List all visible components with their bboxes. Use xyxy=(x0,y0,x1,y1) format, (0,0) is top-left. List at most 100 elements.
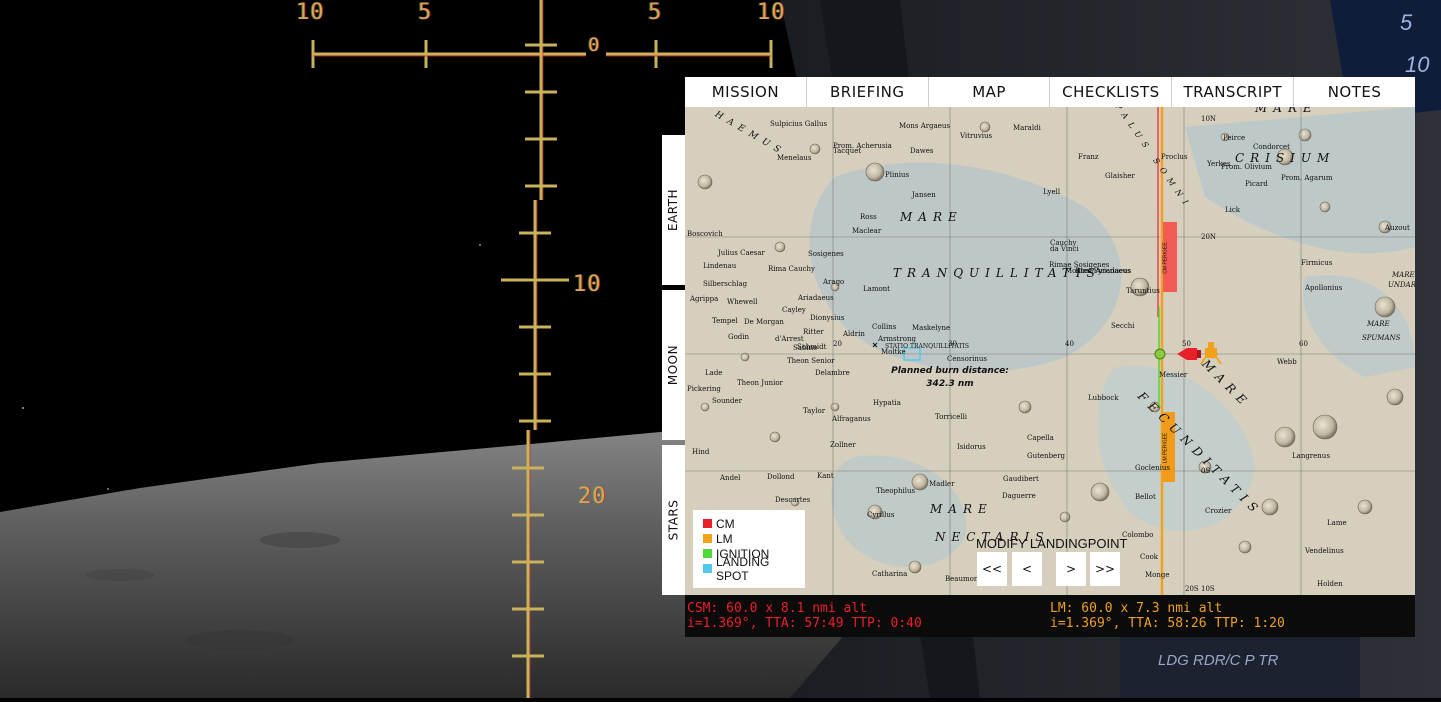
step-forward-far-button[interactable]: >> xyxy=(1090,552,1120,586)
legend-swatch xyxy=(703,519,712,528)
hud-pitch-label: 10 xyxy=(573,272,602,297)
legend-swatch xyxy=(703,564,712,573)
grid-label: 10S xyxy=(1201,585,1215,593)
crater-shape xyxy=(1386,388,1404,406)
crater-label: Aldrin xyxy=(843,330,865,338)
legend-label: LM xyxy=(716,531,733,546)
crater-label: Messier xyxy=(1159,371,1188,379)
csm-timing-readout: i=1.369°, TTA: 57:49 TTP: 0:40 xyxy=(687,616,922,631)
crater-label: Hypatia xyxy=(873,399,901,407)
crater-label: Theophilus xyxy=(876,487,916,495)
crater-shape xyxy=(774,241,786,253)
crater-label: Andel xyxy=(720,474,741,482)
burn-distance-title: Planned burn distance: xyxy=(891,366,1009,376)
lunar-map[interactable]: MARE TRANQUILLITATIS MARE CRISIUM MARE F… xyxy=(685,107,1415,595)
crater-label: Collins xyxy=(872,323,897,331)
crater-shape xyxy=(1357,499,1373,515)
crater-label: Agrippa xyxy=(690,295,719,303)
crater-label: Glaisher xyxy=(1105,172,1135,180)
map-legend: CM LM IGNITION LANDING SPOT xyxy=(693,510,805,588)
grid-label: 20S xyxy=(1185,585,1199,593)
tab-bar: MISSION BRIEFING MAP CHECKLISTS TRANSCRI… xyxy=(685,77,1415,107)
crater-label: Julius Caesar xyxy=(718,249,765,257)
crater-label: Pickering xyxy=(687,385,721,393)
tab-transcript[interactable]: TRANSCRIPT xyxy=(1172,77,1295,107)
crater-shape xyxy=(1261,498,1279,516)
crater-label: Ross xyxy=(860,213,877,221)
crater-label: Ritter xyxy=(803,328,824,336)
hud-scale-label: 10 xyxy=(757,0,786,25)
crater-label: Lyell xyxy=(1043,188,1061,196)
tab-checklists[interactable]: CHECKLISTS xyxy=(1050,77,1173,107)
side-tab-earth[interactable]: EARTH xyxy=(662,135,685,285)
lm-orbit-readout: LM: 60.0 x 7.3 nmi alt xyxy=(1050,601,1223,616)
ignition-marker xyxy=(1154,348,1166,360)
crater-label: Taruntius xyxy=(1126,287,1160,295)
crater-label: Isidorus xyxy=(957,443,986,451)
crater-label: Beaumont xyxy=(945,575,982,583)
crater-shape xyxy=(1238,540,1252,554)
tab-mission[interactable]: MISSION xyxy=(685,77,807,107)
station-label: STATIO TRANQUILLITATIS xyxy=(885,343,969,350)
hud-scale-label: 5 xyxy=(648,0,663,25)
grid-label: 0S xyxy=(1201,467,1211,475)
crater-label: Delambre xyxy=(815,369,850,377)
side-tab-moon[interactable]: MOON xyxy=(662,290,685,440)
crater-label: Dawes xyxy=(910,147,934,155)
crater-label: Vendelinus xyxy=(1305,547,1344,555)
crater-label: Sounder xyxy=(712,397,742,405)
crater-label: Alfraganus xyxy=(832,415,871,423)
burn-distance: Planned burn distance: 342.3 nm xyxy=(850,365,1050,391)
crater-shape xyxy=(908,560,922,574)
crater-label: Zollner xyxy=(830,441,856,449)
crater-label: Menelaus xyxy=(777,154,812,162)
hud-scale-label: 5 xyxy=(418,0,433,25)
crater-label: Monge xyxy=(1145,571,1170,579)
crater-label: Proclus xyxy=(1161,153,1188,161)
crater-label: De Morgan xyxy=(744,318,784,326)
crater-label: Armstrong xyxy=(878,335,916,343)
step-forward-button[interactable]: > xyxy=(1056,552,1086,586)
tab-map[interactable]: MAP xyxy=(929,77,1051,107)
crater-label: Franz xyxy=(1078,153,1099,161)
crater-shape xyxy=(865,162,885,182)
side-tab-label: MOON xyxy=(666,344,681,386)
tab-notes[interactable]: NOTES xyxy=(1294,77,1415,107)
step-back-far-button[interactable]: << xyxy=(977,552,1007,586)
lm-timing-readout: i=1.369°, TTA: 58:26 TTP: 1:20 xyxy=(1050,616,1285,631)
crater-label: Cook xyxy=(1140,553,1159,561)
modify-landing-point-button[interactable]: MODIFY LANDINGPOINT xyxy=(976,536,1127,551)
crater-label: Silberschlag xyxy=(703,280,748,288)
crater-shape xyxy=(1319,201,1331,213)
step-back-button[interactable]: < xyxy=(1012,552,1042,586)
grid-label: 20 xyxy=(833,340,842,348)
crater-label: Cyrillus xyxy=(867,511,895,519)
crater-label: Vitruvius xyxy=(960,132,993,140)
tab-briefing[interactable]: BRIEFING xyxy=(807,77,929,107)
crater-label: Prom. Acherusia xyxy=(833,142,892,150)
crater-shape xyxy=(1059,511,1071,523)
grid-label: 50 xyxy=(1182,340,1191,348)
hud-scale-label: 10 xyxy=(296,0,325,25)
crater-shape xyxy=(1312,414,1338,440)
legend-item-landing-spot: LANDING SPOT xyxy=(703,555,805,583)
crater-label: Condorcet xyxy=(1253,143,1290,151)
crater-label: Secchi xyxy=(1111,322,1135,330)
crater-label: Peirce xyxy=(1223,134,1246,142)
legend-swatch xyxy=(703,534,712,543)
crater-label: Auzout xyxy=(1385,224,1410,232)
crater-label: Boscovich xyxy=(687,230,723,238)
crater-label: Maclear xyxy=(852,227,882,235)
crater-label: Whewell xyxy=(727,298,758,306)
crater-label: Torricelli xyxy=(935,413,968,421)
crater-shape xyxy=(830,402,840,412)
crater-shape xyxy=(1274,426,1296,448)
csm-orbit-readout: CSM: 60.0 x 8.1 nmi alt xyxy=(687,601,868,616)
crater-label: Jansen xyxy=(912,191,936,199)
crater-label: Censorinus xyxy=(947,355,988,363)
side-tab-stars[interactable]: STARS xyxy=(662,445,685,595)
crater-label: Theon Junior xyxy=(737,379,783,387)
map-mare-label: MARE xyxy=(900,210,963,224)
crater-label: Madler xyxy=(929,480,955,488)
crater-label: Langrenus xyxy=(1292,452,1330,460)
